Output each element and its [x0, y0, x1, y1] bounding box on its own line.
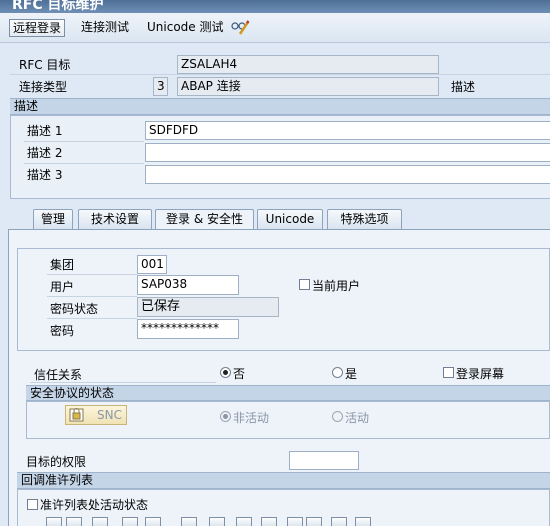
window-title: RFC 目标维护 [12, 0, 104, 13]
connection-type-label: 连接类型 [19, 80, 68, 94]
snc-active-radio[interactable] [332, 411, 343, 422]
client-label: 集团 [50, 258, 75, 272]
desc1-input[interactable]: SDFDFD [145, 121, 550, 140]
client-input[interactable]: 001 [137, 255, 167, 274]
divider [10, 74, 550, 75]
trust-yes-label: 是 [345, 367, 358, 381]
logon-screen-label: 登录屏幕 [456, 367, 505, 381]
table-toolbar-icon[interactable] [331, 517, 347, 526]
desc3-input[interactable] [145, 165, 550, 184]
snc-label: SNC [97, 408, 122, 422]
connection-type-field: ABAP 连接 [177, 77, 439, 96]
tab-technical-settings[interactable]: 技术设置 [78, 209, 152, 229]
trust-relationship-label: 信任关系 [34, 368, 83, 382]
security-protocol-header: 安全协议的状态 [26, 385, 550, 401]
table-toolbar-icon[interactable] [181, 517, 197, 526]
allowlist-active-label: 准许列表处活动状态 [40, 498, 149, 512]
tab-logon-security[interactable]: 登录 & 安全性 [155, 209, 254, 230]
table-toolbar-icon[interactable] [287, 517, 303, 526]
table-toolbar-icon[interactable] [92, 517, 108, 526]
table-toolbar-icon[interactable] [46, 517, 62, 526]
table-toolbar-icon[interactable] [306, 517, 322, 526]
unicode-test-button[interactable]: Unicode 测试 [147, 19, 223, 37]
table-toolbar-icon[interactable] [236, 517, 252, 526]
password-status-field: 已保存 [137, 297, 279, 317]
allowlist-active-checkbox[interactable] [27, 499, 38, 510]
rfc-target-label: RFC 目标 [19, 58, 71, 72]
logon-screen-checkbox[interactable] [443, 367, 454, 378]
current-user-checkbox[interactable] [299, 279, 310, 290]
tab-unicode[interactable]: Unicode [257, 209, 323, 229]
desc1-label: 描述 1 [27, 124, 63, 138]
target-authority-input[interactable] [289, 451, 359, 470]
user-input[interactable]: SAP038 [137, 275, 239, 295]
description-right-label: 描述 [451, 80, 476, 94]
table-toolbar-icon[interactable] [66, 517, 82, 526]
password-status-label: 密码状态 [50, 302, 99, 316]
divider [47, 318, 137, 319]
desc3-label: 描述 3 [27, 168, 63, 182]
password-label: 密码 [50, 324, 75, 338]
snc-inactive-label: 非活动 [233, 411, 270, 425]
table-toolbar-icon[interactable] [355, 517, 371, 526]
trust-no-radio[interactable] [220, 367, 231, 378]
description-section-header: 描述 [10, 98, 550, 115]
target-authority-label: 目标的权限 [26, 455, 87, 469]
tab-administration[interactable]: 管理 [33, 209, 73, 229]
password-input[interactable]: ************* [137, 319, 239, 339]
current-user-label: 当前用户 [312, 279, 361, 293]
trust-yes-radio[interactable] [332, 367, 343, 378]
desc2-label: 描述 2 [27, 146, 63, 160]
table-toolbar-icon[interactable] [145, 517, 161, 526]
lock-screen-icon [69, 408, 84, 422]
window-titlebar: RFC 目标维护 [0, 0, 550, 13]
display-change-button[interactable] [230, 19, 250, 37]
connection-type-code: 3 [153, 77, 168, 96]
divider [30, 382, 216, 383]
connection-test-button[interactable]: 连接测试 [81, 19, 129, 37]
table-toolbar-icon[interactable] [209, 517, 225, 526]
divider [24, 141, 144, 142]
tab-special-options[interactable]: 特殊选项 [327, 209, 402, 229]
snc-active-label: 活动 [345, 411, 370, 425]
divider [47, 274, 137, 275]
trust-no-label: 否 [233, 367, 246, 381]
application-toolbar: 远程登录 连接测试 Unicode 测试 [0, 13, 550, 43]
divider [24, 163, 144, 164]
remote-login-button[interactable]: 远程登录 [9, 19, 66, 37]
table-toolbar-icon[interactable] [261, 517, 277, 526]
snc-inactive-radio[interactable] [220, 411, 231, 422]
desc2-input[interactable] [145, 143, 550, 162]
table-toolbar-icon[interactable] [122, 517, 138, 526]
divider [47, 296, 137, 297]
user-label: 用户 [50, 280, 75, 294]
snc-button[interactable]: SNC [65, 405, 127, 425]
callback-allowlist-header: 回调准许列表 [17, 472, 550, 489]
logon-groupbox [17, 248, 550, 351]
pencil-glasses-icon [231, 20, 250, 35]
rfc-target-field: ZSALAH4 [177, 55, 439, 74]
